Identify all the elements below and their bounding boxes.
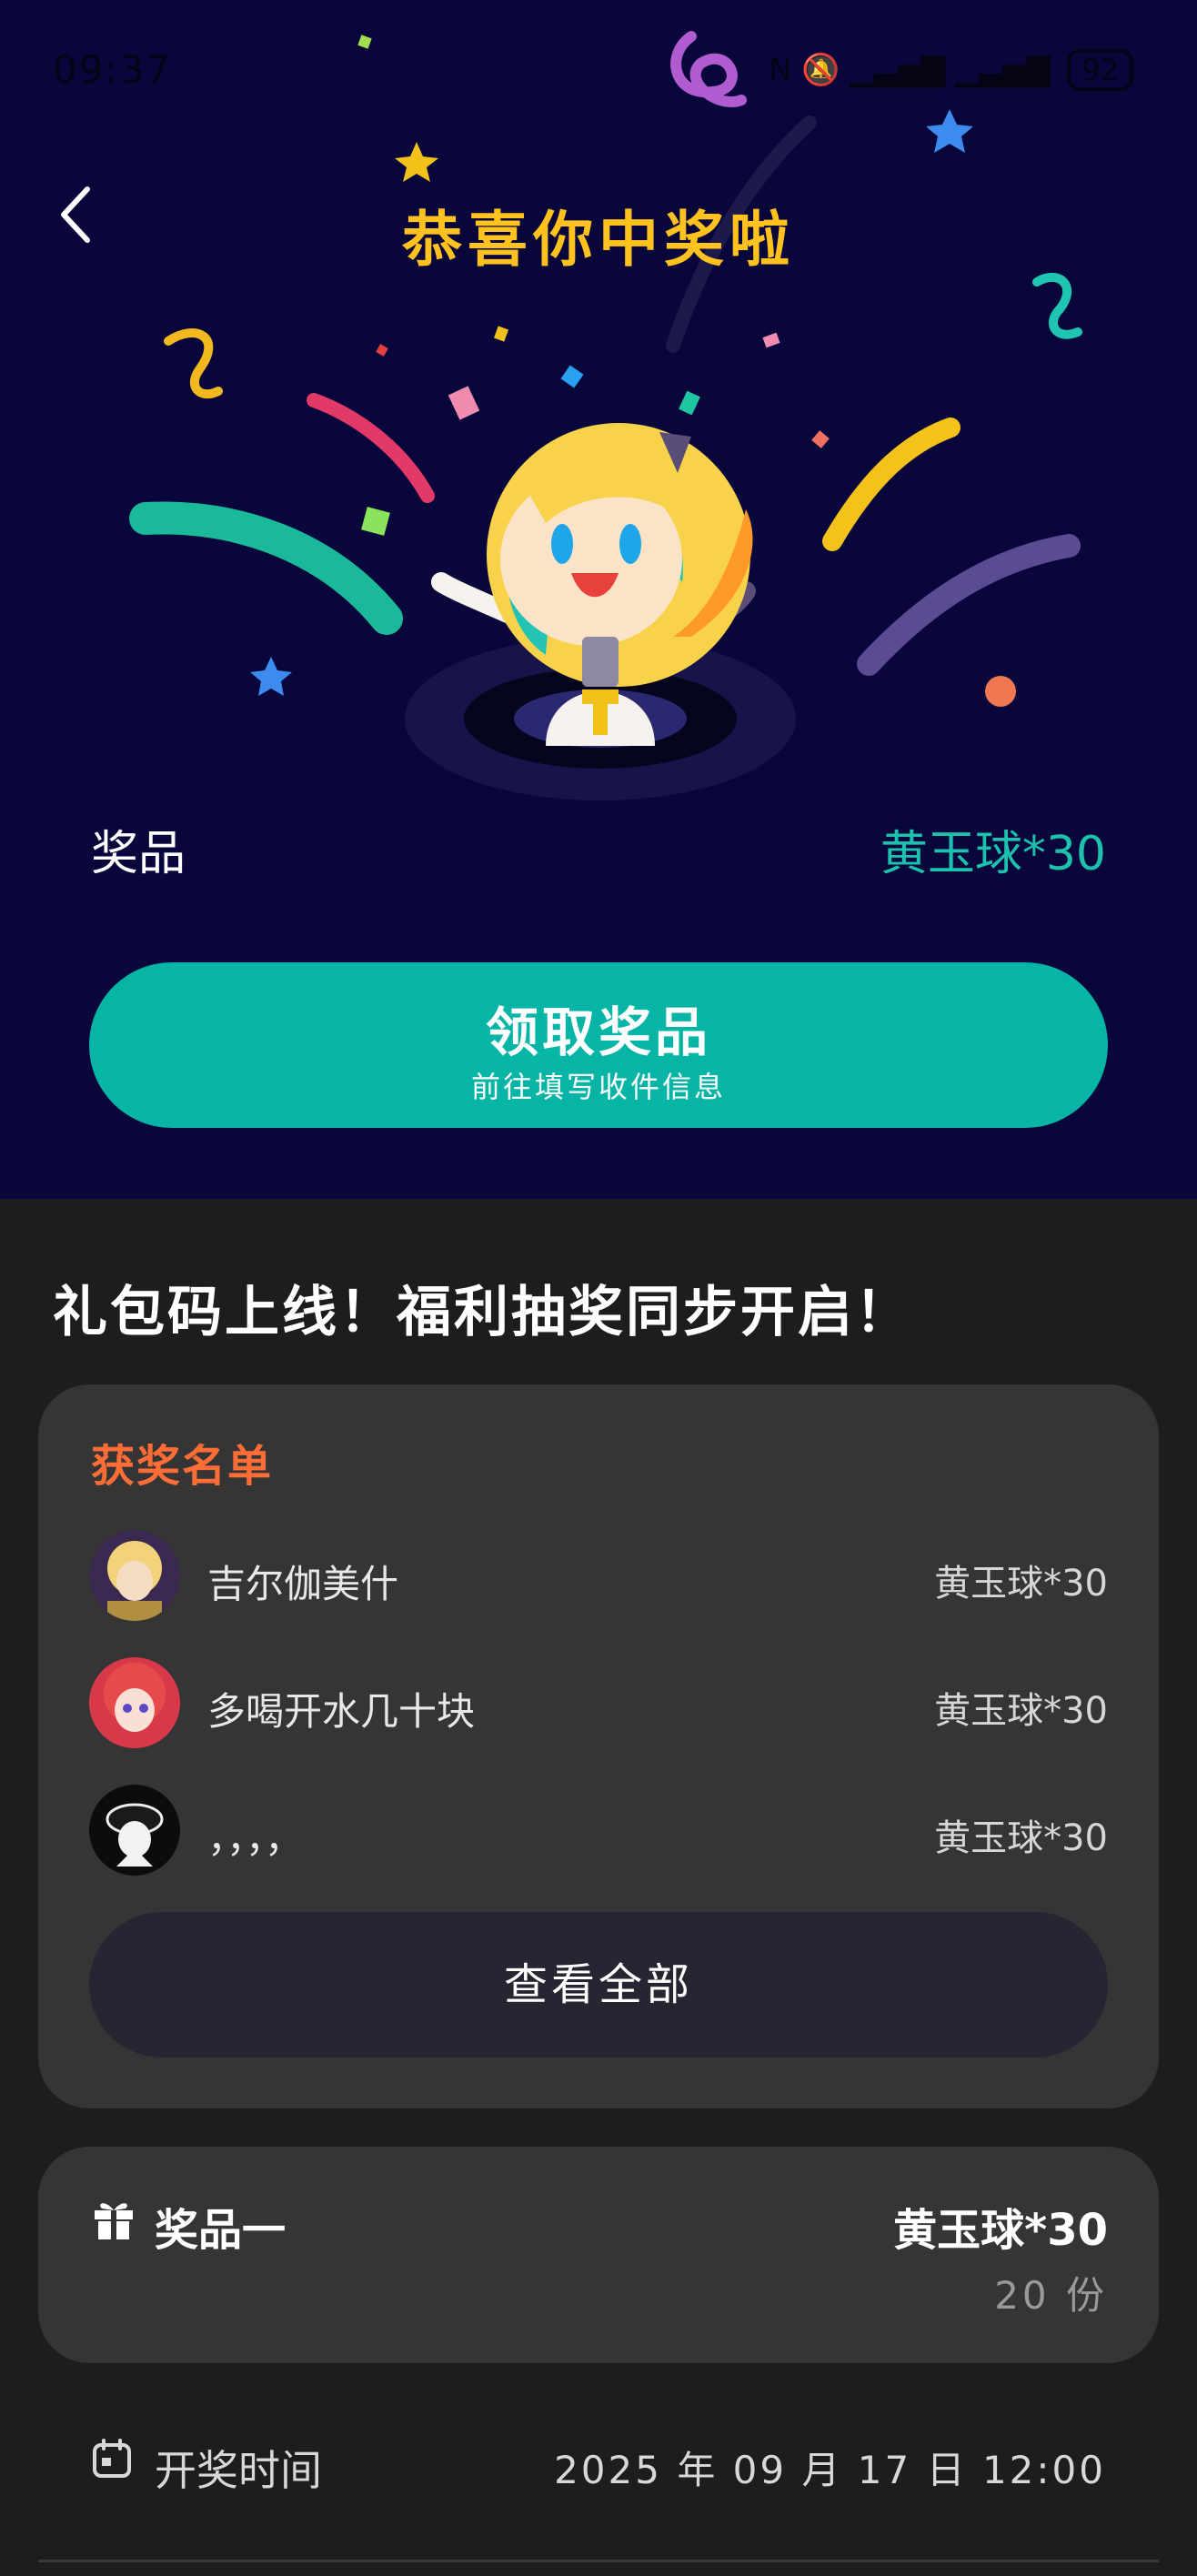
signal-icon: ▁▃▅▇ bbox=[850, 52, 946, 88]
prize-item-value: 黄玉球*30 bbox=[893, 2205, 1108, 2256]
prize-item-count: 20 份 bbox=[994, 2273, 1108, 2318]
hero-section: 09:37 N 🔕 ▁▃▅▇ ▁▃▅▇ 92 恭喜你中奖啦 奖品 黄玉球*30 … bbox=[0, 0, 1197, 1199]
divider bbox=[38, 2560, 1159, 2562]
prize-label: 奖品 bbox=[91, 827, 186, 881]
page-title: 恭喜你中奖啦 bbox=[402, 205, 795, 275]
winners-card: 获奖名单 吉尔伽美什 黄玉球*30 多喝开水几十块 黄玉球*30 ，，，， 黄玉… bbox=[38, 1384, 1159, 2108]
avatar bbox=[89, 1657, 180, 1748]
winner-prize: 黄玉球*30 bbox=[934, 1690, 1108, 1732]
winner-row: ，，，， 黄玉球*30 bbox=[89, 1785, 1108, 1876]
gift-icon bbox=[95, 2203, 133, 2239]
status-icons: N 🔕 ▁▃▅▇ ▁▃▅▇ 92 bbox=[769, 49, 1133, 91]
winner-row: 吉尔伽美什 黄玉球*30 bbox=[89, 1530, 1108, 1621]
status-time: 09:37 bbox=[53, 47, 173, 92]
prize-item-label: 奖品一 bbox=[155, 2205, 287, 2256]
prize-value: 黄玉球*30 bbox=[880, 827, 1106, 881]
battery-indicator: 92 bbox=[1067, 49, 1133, 91]
avatar bbox=[89, 1530, 180, 1621]
nfc-icon: N bbox=[769, 52, 792, 88]
winner-name: 多喝开水几十块 bbox=[207, 1689, 476, 1734]
claim-prize-button[interactable]: 领取奖品 前往填写收件信息 bbox=[89, 962, 1108, 1128]
view-all-button[interactable]: 查看全部 bbox=[89, 1912, 1108, 2058]
prize-item-card: 奖品一 黄玉球*30 20 份 bbox=[38, 2147, 1159, 2363]
claim-button-subtitle: 前往填写收件信息 bbox=[470, 1070, 726, 1104]
winner-row: 多喝开水几十块 黄玉球*30 bbox=[89, 1657, 1108, 1748]
avatar bbox=[89, 1785, 180, 1876]
calendar-icon bbox=[93, 2439, 131, 2478]
winner-prize: 黄玉球*30 bbox=[934, 1817, 1108, 1859]
winner-prize: 黄玉球*30 bbox=[934, 1563, 1108, 1605]
status-bar: 09:37 N 🔕 ▁▃▅▇ ▁▃▅▇ 92 bbox=[0, 0, 1197, 146]
event-headline: 礼包码上线！福利抽奖同步开启！ bbox=[53, 1281, 912, 1344]
winners-title: 获奖名单 bbox=[91, 1441, 274, 1492]
signal-icon-2: ▁▃▅▇ bbox=[954, 52, 1051, 88]
winner-name: 吉尔伽美什 bbox=[207, 1562, 399, 1606]
draw-time-row: 开奖时间 2025 年 09 月 17 日 12:00 bbox=[91, 2429, 1106, 2501]
mute-icon: 🔕 bbox=[801, 52, 840, 88]
winner-name: ，，，， bbox=[207, 1816, 304, 1861]
claim-button-title: 领取奖品 bbox=[485, 1001, 711, 1063]
draw-time-label: 开奖时间 bbox=[155, 2446, 322, 2495]
draw-time-value: 2025 年 09 月 17 日 12:00 bbox=[554, 2448, 1106, 2492]
